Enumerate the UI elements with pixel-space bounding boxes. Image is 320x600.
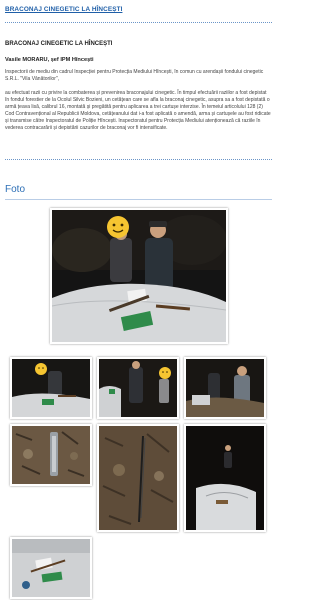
gallery-photo-3[interactable] xyxy=(97,357,179,419)
gallery-photo-main[interactable] xyxy=(50,208,228,344)
page: BRACONAJ CINEGETIC LA HÎNCEȘTI BRACONAJ … xyxy=(0,0,277,600)
divider xyxy=(5,199,272,200)
gallery-photo-6[interactable] xyxy=(97,424,179,532)
gallery-photo-8[interactable] xyxy=(10,537,92,599)
article-paragraph-2: au efectuat razii cu privire la combater… xyxy=(5,90,271,131)
divider xyxy=(5,22,272,23)
article-title: BRACONAJ CINEGETIC LA HÎNCEȘTI xyxy=(5,41,113,47)
gallery-photo-5[interactable] xyxy=(10,424,92,486)
article-header-link[interactable]: BRACONAJ CINEGETIC LA HÎNCEȘTI xyxy=(5,6,122,13)
gallery-heading: Foto xyxy=(5,184,26,195)
gallery-photo-7[interactable] xyxy=(184,424,266,532)
gallery-photo-2[interactable] xyxy=(10,357,92,419)
gallery-photo-4[interactable] xyxy=(184,357,266,419)
divider xyxy=(5,159,272,160)
article-author: Vasile MORARU, șef IPM Hîncești xyxy=(5,57,94,63)
article-paragraph-1: Inspectorii de mediu din cadrul Inspecți… xyxy=(5,69,264,82)
